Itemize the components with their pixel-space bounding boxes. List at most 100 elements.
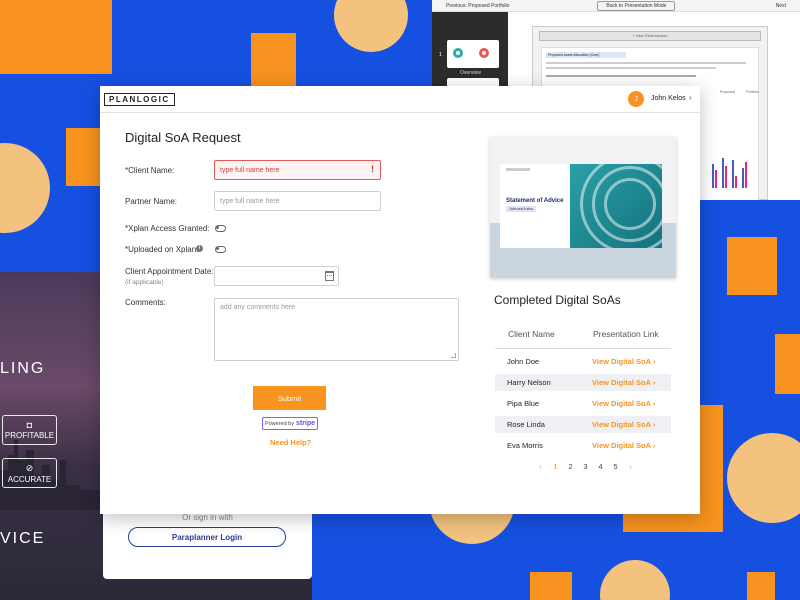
pagination: ‹ 1 2 3 4 5 › xyxy=(533,462,638,471)
xplan-access-label: *Xplan Access Granted: xyxy=(125,224,210,233)
view-digital-soa-link[interactable]: View Digital SoA › xyxy=(592,357,655,366)
client-name-label: *Client Name: xyxy=(125,166,175,175)
preview-teal-graphic xyxy=(570,164,662,248)
badge-accurate: ⊘ ACCURATE xyxy=(2,458,57,488)
partner-name-label: Partner Name: xyxy=(125,197,178,206)
stripe-logo: stripe xyxy=(295,420,316,427)
comments-label: Comments: xyxy=(125,298,166,307)
back-to-presentation-button[interactable]: Back to Presentation Mode xyxy=(597,0,676,11)
page-button-4[interactable]: 4 xyxy=(593,462,608,471)
info-icon[interactable]: i xyxy=(196,245,203,252)
decor-square xyxy=(530,572,572,600)
page-button-1[interactable]: 1 xyxy=(548,462,563,471)
chevron-right-icon: › xyxy=(652,399,656,408)
powered-by-text: Powered by xyxy=(264,420,294,427)
chevron-right-icon[interactable]: › xyxy=(689,93,692,102)
error-icon: ! xyxy=(371,164,374,174)
or-sign-in-text: Or sign in with xyxy=(182,513,233,522)
chevron-right-icon: › xyxy=(652,420,656,429)
decor-circle xyxy=(727,433,800,523)
slide-thumbnail-label: Overview xyxy=(460,70,481,76)
page-button-5[interactable]: 5 xyxy=(608,462,623,471)
appointment-date-input[interactable] xyxy=(214,266,339,286)
page-button-2[interactable]: 2 xyxy=(563,462,578,471)
column-header-presentation-link: Presentation Link xyxy=(593,329,659,339)
prev-page-button[interactable]: ‹ xyxy=(533,462,548,471)
table-row: Rose Linda View Digital SoA › xyxy=(495,416,671,433)
appointment-date-sublabel: (if applicable) xyxy=(125,279,164,286)
table-row: Pipa Blue View Digital SoA › xyxy=(495,395,671,412)
doc-heading: Proposed Asset Allocation (Core) xyxy=(546,52,626,58)
chevron-right-icon: › xyxy=(652,357,656,366)
user-name[interactable]: John Kelos xyxy=(651,95,686,102)
next-page-button[interactable]: › xyxy=(623,462,638,471)
view-digital-soa-link[interactable]: View Digital SoA › xyxy=(592,420,655,429)
paraplanner-login-button[interactable]: Paraplanner Login xyxy=(128,527,286,547)
legend-proposed: Proposed xyxy=(720,90,735,94)
hero-heading-fragment: LING xyxy=(0,360,46,377)
resize-handle-icon[interactable] xyxy=(451,353,456,358)
uploaded-xplan-toggle[interactable] xyxy=(215,246,226,253)
next-slide-link[interactable]: Next xyxy=(776,3,786,9)
client-name-input[interactable]: type full name here xyxy=(214,160,381,180)
chevron-right-icon: › xyxy=(652,378,656,387)
decor-square xyxy=(747,572,775,600)
chevron-right-icon: › xyxy=(652,441,656,450)
table-row: Harry Nelson View Digital SoA › xyxy=(495,374,671,391)
appointment-date-label: Client Appointment Date: xyxy=(125,267,214,276)
piggy-icon: ◘ xyxy=(26,420,33,430)
legend-portfolio: Portfolio xyxy=(746,90,759,94)
client-name-cell: Pipa Blue xyxy=(507,399,540,408)
hero-heading-fragment: VICE xyxy=(0,530,46,547)
column-header-client-name: Client Name xyxy=(508,329,555,339)
presentation-topbar: Previous: Proposed Portfolio Back to Pre… xyxy=(432,0,800,12)
digital-soa-window: PLANLOGIC J John Kelos › Digital SoA Req… xyxy=(100,86,700,514)
decor-circle xyxy=(334,0,408,52)
table-divider xyxy=(495,348,671,349)
decor-square xyxy=(66,128,100,186)
decor-square xyxy=(251,33,296,86)
new-slide-button[interactable]: + New Slide/section xyxy=(539,31,761,41)
client-name-cell: Rose Linda xyxy=(507,420,545,429)
table-row: Eva Morris View Digital SoA › xyxy=(495,437,671,454)
client-name-cell: Harry Nelson xyxy=(507,378,551,387)
view-digital-soa-link[interactable]: View Digital SoA › xyxy=(592,441,655,450)
slide-number: 1 xyxy=(439,52,442,58)
view-digital-soa-link[interactable]: View Digital SoA › xyxy=(592,378,655,387)
slide-thumbnail[interactable] xyxy=(447,40,499,68)
xplan-access-toggle[interactable] xyxy=(215,225,226,232)
table-row: John Doe View Digital SoA › xyxy=(495,353,671,370)
check-circle-icon: ⊘ xyxy=(25,463,34,473)
calendar-icon[interactable] xyxy=(325,271,334,281)
badge-profitable: ◘ PROFITABLE xyxy=(2,415,57,445)
preview-slide: Statement of Advice John and Kelos xyxy=(500,164,662,248)
avatar[interactable]: J xyxy=(628,91,644,107)
powered-by-stripe-badge[interactable]: Powered by stripe xyxy=(262,417,318,430)
client-name-cell: John Doe xyxy=(507,357,540,366)
preview-slide-tag: John and Kelos xyxy=(506,206,537,212)
decor-circle xyxy=(600,560,670,600)
comments-placeholder: add any comments here xyxy=(220,304,296,311)
badge-label: PROFITABLE xyxy=(4,431,55,440)
decor-square xyxy=(727,237,777,295)
preview-slide-title: Statement of Advice xyxy=(506,198,564,204)
uploaded-xplan-label: *Uploaded on Xplan: xyxy=(125,245,199,254)
page-button-3[interactable]: 3 xyxy=(578,462,593,471)
top-navbar: PLANLOGIC J John Kelos › xyxy=(100,86,700,113)
previous-slide-link[interactable]: Previous: Proposed Portfolio xyxy=(446,3,509,9)
decor-circle xyxy=(0,143,50,233)
partner-name-input[interactable]: type full name here xyxy=(214,191,381,211)
planlogic-logo[interactable]: PLANLOGIC xyxy=(104,93,175,106)
view-digital-soa-link[interactable]: View Digital SoA › xyxy=(592,399,655,408)
signin-card-footer: Or sign in with Paraplanner Login xyxy=(103,505,312,579)
need-help-link[interactable]: Need Help? xyxy=(270,438,311,447)
decor-square xyxy=(775,334,800,394)
badge-label: ACCURATE xyxy=(7,475,52,484)
completed-soas-title: Completed Digital SoAs xyxy=(494,293,621,307)
client-name-cell: Eva Morris xyxy=(507,441,543,450)
page-title: Digital SoA Request xyxy=(125,130,241,145)
soa-preview-card[interactable]: Statement of Advice John and Kelos xyxy=(490,137,676,278)
submit-button[interactable]: Submit xyxy=(253,386,326,410)
decor-square xyxy=(0,0,112,74)
comments-textarea[interactable]: add any comments here xyxy=(214,298,459,361)
